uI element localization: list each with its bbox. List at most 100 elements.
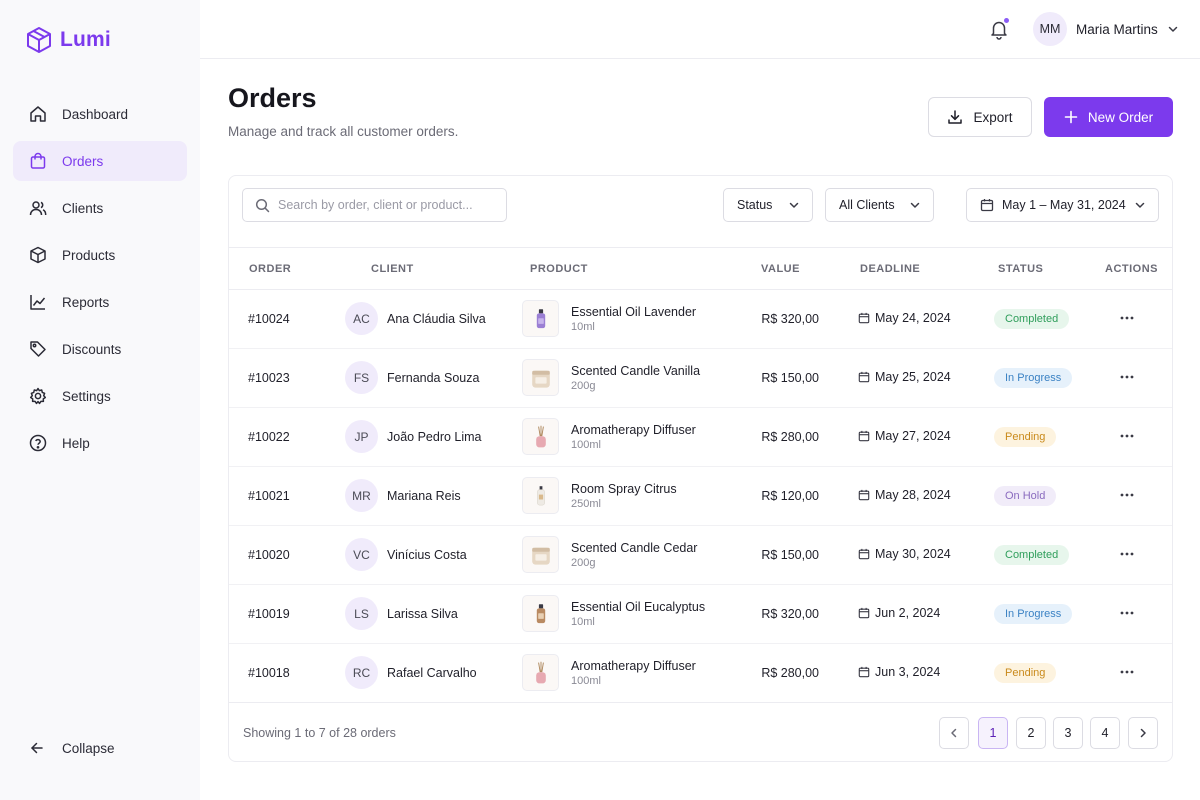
product-thumbnail [522, 536, 559, 573]
row-actions-button[interactable] [1119, 487, 1135, 506]
client-name: João Pedro Lima [387, 429, 482, 444]
deadline-cell: May 30, 2024 [858, 547, 951, 561]
client-cell: MR Mariana Reis [345, 479, 461, 512]
order-id[interactable]: #10020 [248, 548, 290, 562]
deadline-cell: May 25, 2024 [858, 370, 951, 384]
page-subtitle: Manage and track all customer orders. [228, 124, 459, 139]
order-id[interactable]: #10022 [248, 430, 290, 444]
sidebar-item-dashboard[interactable]: Dashboard [13, 94, 187, 134]
arrow-left-icon [31, 742, 43, 754]
sidebar: Lumi Dashboard Orders Clients Products R… [0, 0, 200, 800]
page-button[interactable]: 4 [1090, 717, 1120, 749]
table-row[interactable]: #10018 RC Rafael Carvalho Aromatherapy Diff… [229, 644, 1172, 703]
clients-filter[interactable]: All Clients [825, 188, 934, 222]
row-actions-button[interactable] [1119, 310, 1135, 329]
users-icon [29, 201, 47, 216]
sidebar-item-products[interactable]: Products [13, 235, 187, 275]
search-input[interactable] [278, 198, 498, 212]
product-thumbnail [522, 477, 559, 514]
avatar: MR [345, 479, 378, 512]
order-id[interactable]: #10024 [248, 312, 290, 326]
user-menu[interactable]: MM Maria Martins [1033, 12, 1179, 46]
status-filter[interactable]: Status [723, 188, 813, 222]
sidebar-item-reports[interactable]: Reports [13, 282, 187, 322]
client-cell: RC Rafael Carvalho [345, 656, 477, 689]
product-name: Scented Candle Vanilla [571, 363, 701, 378]
next-page-button[interactable] [1128, 717, 1158, 749]
sidebar-item-orders[interactable]: Orders [13, 141, 187, 181]
column-header-status[interactable]: STATUS [998, 263, 1043, 275]
product-size: 200g [571, 379, 596, 392]
logo[interactable]: Lumi [26, 26, 111, 54]
page-button[interactable]: 1 [978, 717, 1008, 749]
column-header-deadline[interactable]: DEADLINE [860, 263, 920, 275]
prev-page-button[interactable] [939, 717, 969, 749]
search-box[interactable] [242, 188, 507, 222]
calendar-icon [858, 607, 870, 619]
product-size: 10ml [571, 320, 595, 333]
new-order-button[interactable]: New Order [1044, 97, 1173, 137]
order-id[interactable]: #10018 [248, 666, 290, 680]
status-cell: In Progress [994, 604, 1073, 624]
notifications-button[interactable] [988, 18, 1012, 42]
sidebar-item-discounts[interactable]: Discounts [13, 329, 187, 369]
order-id[interactable]: #10021 [248, 489, 290, 503]
table-row[interactable]: #10021 MR Mariana Reis Room Spray Citrus 250… [229, 467, 1172, 526]
table-header: ORDER CLIENT PRODUCT VALUE DEADLINE STAT… [229, 247, 1172, 290]
deadline-date: May 30, 2024 [875, 547, 951, 561]
order-id[interactable]: #10019 [248, 607, 290, 621]
date-range-label: May 1 – May 31, 2024 [1002, 198, 1126, 212]
order-value: R$ 120,00 [761, 489, 819, 503]
table-row[interactable]: #10019 LS Larissa Silva Essential Oil Eucal… [229, 585, 1172, 644]
sidebar-item-label: Help [62, 435, 90, 451]
sidebar-item-settings[interactable]: Settings [13, 376, 187, 416]
status-badge: Pending [994, 663, 1057, 683]
sidebar-item-clients[interactable]: Clients [13, 188, 187, 228]
sidebar-item-help[interactable]: Help [13, 423, 187, 463]
product-cell: Room Spray Citrus 250ml [522, 477, 677, 514]
more-horizontal-icon [1120, 611, 1134, 615]
row-actions-button[interactable] [1119, 428, 1135, 447]
order-value: R$ 320,00 [761, 312, 819, 326]
table-row[interactable]: #10020 VC Vinícius Costa Scented Candle Ced… [229, 526, 1172, 585]
column-header-value[interactable]: VALUE [761, 263, 800, 275]
table-row[interactable]: #10023 FS Fernanda Souza Scented Candle Van… [229, 349, 1172, 408]
date-range-filter[interactable]: May 1 – May 31, 2024 [966, 188, 1159, 222]
column-header-product[interactable]: PRODUCT [530, 263, 588, 275]
product-size: 100ml [571, 438, 601, 451]
table-row[interactable]: #10022 JP João Pedro Lima Aromatherapy Diff… [229, 408, 1172, 467]
product-name: Aromatherapy Diffuser [571, 658, 696, 673]
table-footer: Showing 1 to 7 of 28 orders 1234 [229, 704, 1172, 761]
page-button[interactable]: 3 [1053, 717, 1083, 749]
notification-dot [1004, 18, 1009, 23]
search-icon [255, 198, 270, 212]
deadline-date: May 27, 2024 [875, 429, 951, 443]
row-actions-button[interactable] [1119, 605, 1135, 624]
status-badge: Completed [994, 309, 1070, 329]
sidebar-item-label: Dashboard [62, 106, 129, 122]
product-thumbnail [522, 595, 559, 632]
status-cell: In Progress [994, 368, 1073, 388]
column-header-actions: ACTIONS [1105, 263, 1158, 275]
deadline-cell: May 24, 2024 [858, 311, 951, 325]
calendar-icon [858, 430, 870, 442]
page-button[interactable]: 2 [1016, 717, 1046, 749]
row-actions-button[interactable] [1119, 369, 1135, 388]
client-cell: LS Larissa Silva [345, 597, 458, 630]
status-cell: Pending [994, 427, 1057, 447]
table-row[interactable]: #10024 AC Ana Cláudia Silva Essential Oil L… [229, 290, 1172, 349]
export-button[interactable]: Export [928, 97, 1032, 137]
product-cell: Scented Candle Vanilla 200g [522, 359, 700, 396]
calendar-icon [858, 548, 870, 560]
client-cell: FS Fernanda Souza [345, 361, 479, 394]
avatar: RC [345, 656, 378, 689]
calendar-icon [858, 489, 870, 501]
row-actions-button[interactable] [1119, 664, 1135, 683]
chevron-right-icon [1140, 728, 1146, 738]
column-header-client[interactable]: CLIENT [371, 263, 414, 275]
collapse-button[interactable]: Collapse [28, 739, 115, 757]
column-header-order[interactable]: ORDER [249, 263, 291, 275]
row-actions-button[interactable] [1119, 546, 1135, 565]
client-cell: AC Ana Cláudia Silva [345, 302, 486, 335]
order-id[interactable]: #10023 [248, 371, 290, 385]
